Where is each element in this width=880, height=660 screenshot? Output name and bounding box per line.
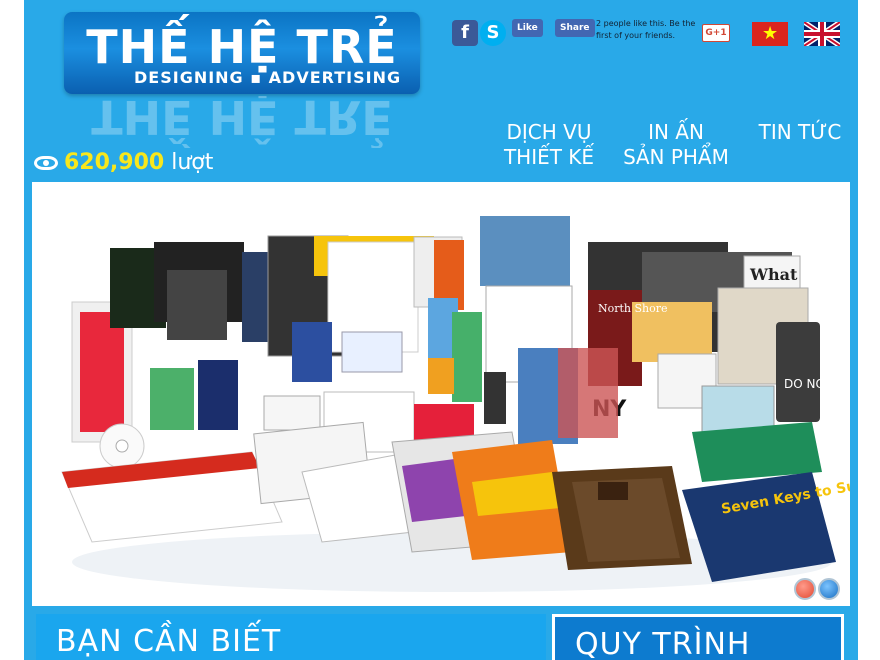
facebook-icon[interactable]: f	[452, 20, 478, 46]
nav-label-line1: TIN TỨC	[758, 120, 842, 144]
nav-label-line2: THIẾT KẾ	[503, 145, 595, 169]
panel-process: QUY TRÌNH	[552, 614, 844, 660]
visit-counter: 620,900 lượt	[34, 150, 213, 175]
vietnamese-flag-icon[interactable]: ★	[752, 22, 788, 46]
north-shore-text: North Shore	[598, 302, 668, 315]
logo-subtitle: DESIGNING ▪ ADVERTISING	[134, 68, 402, 87]
panel-you-need-to-know: BẠN CẦN BIẾT	[36, 614, 546, 660]
like-count-text: 2 people like this. Be the first of your…	[596, 19, 696, 40]
nav-item-printing-products[interactable]: IN ẤN SẢN PHẨM	[620, 120, 732, 170]
visit-count: 620,900	[64, 150, 165, 175]
google-plus-button[interactable]: G+1	[702, 24, 730, 42]
panel-title-process: QUY TRÌNH	[575, 627, 751, 660]
english-flag-icon[interactable]	[804, 22, 840, 46]
logo[interactable]: THẾ HỆ TRẺ DESIGNING ▪ ADVERTISING	[64, 12, 420, 94]
slide-dot-1[interactable]	[794, 578, 816, 600]
visit-unit: lượt	[171, 150, 214, 175]
nav-label-line2: SẢN PHẨM	[623, 145, 729, 169]
nav-label-line1: IN ẤN	[648, 120, 704, 144]
do-not-disturb-text: DO NOT DISTURB	[784, 377, 850, 391]
slide-dot-2[interactable]	[818, 578, 840, 600]
facebook-share-button[interactable]: Share	[555, 19, 595, 37]
skype-icon[interactable]: S	[480, 20, 506, 46]
nav-item-design-services[interactable]: DỊCH VỤ THIẾT KẾ	[500, 120, 598, 170]
panel-title-you-need-to-know: BẠN CẦN BIẾT	[56, 624, 282, 659]
printed-products-image: What DO NOT DISTURB NY	[61, 216, 850, 592]
page: THẾ HỆ TRẺ DESIGNING ▪ ADVERTISING THẾ H…	[24, 0, 858, 660]
nav-label-line1: DỊCH VỤ	[506, 120, 592, 144]
eye-icon	[34, 156, 58, 170]
what-text: What	[749, 265, 798, 284]
nav-item-news[interactable]: TIN TỨC	[758, 120, 842, 145]
logo-reflection-title: THẾ HỆ TRẺ	[91, 96, 393, 144]
banner-slideshow[interactable]: What DO NOT DISTURB NY	[32, 182, 850, 606]
facebook-like-button[interactable]: Like	[512, 19, 543, 37]
logo-title: THẾ HỆ TRẺ	[86, 20, 398, 74]
logo-reflection: THẾ HỆ TRẺ DESIGNING ▪ ADVERTISING	[64, 96, 420, 148]
